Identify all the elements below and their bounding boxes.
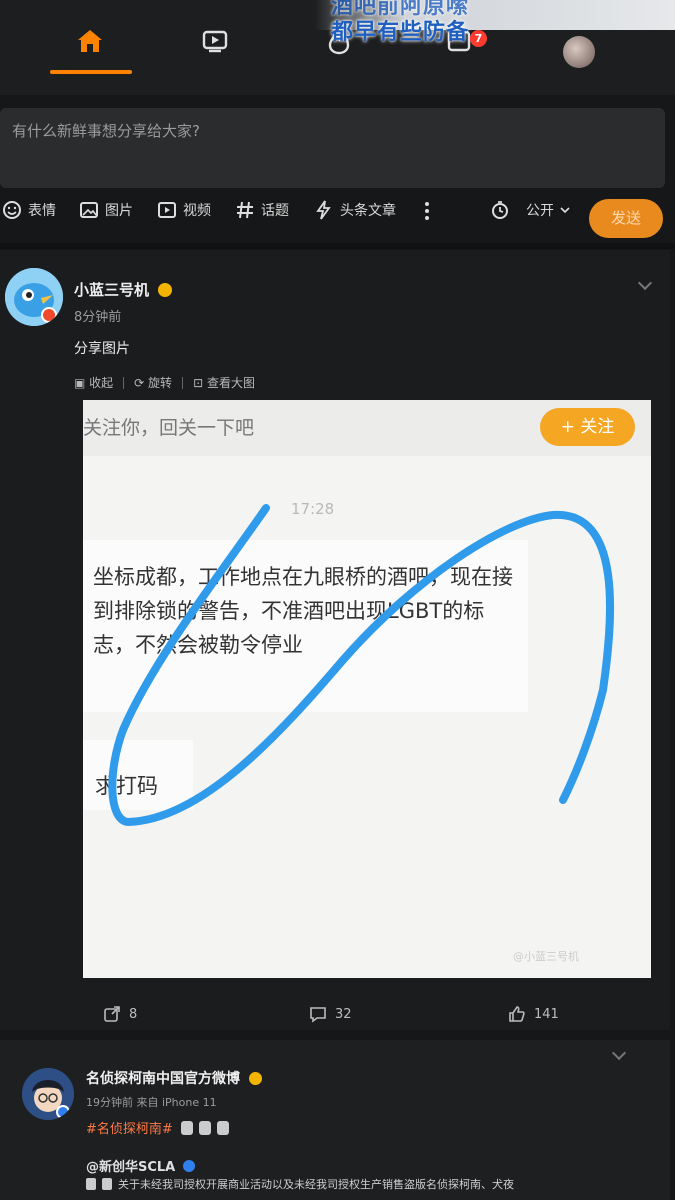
cartoon-bird-avatar <box>5 268 63 326</box>
video-tool-label: 视频 <box>183 203 211 219</box>
emoji-icon <box>217 1121 230 1135</box>
top-navigation-bar: 7 酒吧前阿原嗦 都早有些防备 <box>0 0 675 95</box>
comment-count: 32 <box>335 1006 352 1022</box>
crown-icon <box>158 283 173 297</box>
post-meta: 19分钟前 来自 iPhone 11 <box>86 1096 217 1109</box>
rotate-button[interactable]: ⟳ 旋转 <box>134 374 172 391</box>
emoji-tool-button[interactable]: 表情 <box>2 200 56 220</box>
video-icon <box>202 30 228 53</box>
chevron-down-icon <box>560 207 570 214</box>
author-name[interactable]: 小蓝三号机 <box>74 279 173 300</box>
emoji-icon <box>180 1121 193 1135</box>
post-text: 分享图片 <box>74 341 130 357</box>
collapse-button[interactable]: ▣ 收起 <box>74 374 113 391</box>
repost-button[interactable]: 8 <box>103 1005 137 1023</box>
send-button[interactable]: 发送 <box>589 199 663 238</box>
image-icon <box>80 202 98 218</box>
more-vertical-icon <box>425 202 429 220</box>
hashtag-icon <box>237 201 253 219</box>
emoji-icon <box>86 1178 96 1190</box>
nav-video-button[interactable] <box>192 18 238 64</box>
comment-button[interactable]: 32 <box>309 1005 352 1023</box>
author-name[interactable]: 名侦探柯南中国官方微博 <box>86 1068 262 1088</box>
active-tab-indicator <box>50 70 132 74</box>
crown-icon <box>248 1072 262 1085</box>
post-text: 关于未经我司授权开展商业活动以及未经我司授权生产销售盗版名侦探柯南、犬夜 <box>86 1176 514 1192</box>
author-avatar[interactable] <box>22 1068 74 1120</box>
verified-icon <box>182 1160 195 1172</box>
divider <box>0 243 675 249</box>
visibility-select[interactable]: 公开 <box>526 200 570 220</box>
like-count: 141 <box>534 1006 559 1022</box>
topic-tool-button[interactable]: 话题 <box>235 200 289 220</box>
article-tool-button[interactable]: 头条文章 <box>314 200 396 220</box>
author-avatar[interactable] <box>5 268 63 326</box>
home-icon <box>78 30 102 52</box>
composer-placeholder: 有什么新鲜事想分享给大家? <box>12 122 200 140</box>
caption-line-2: 都早有些防备 <box>330 20 469 45</box>
post-menu-button[interactable] <box>637 275 653 291</box>
timer-icon <box>492 201 508 219</box>
topic-tool-label: 话题 <box>261 203 289 219</box>
mention-link[interactable]: @新创华SCLA <box>86 1156 195 1175</box>
blue-scribble-redaction <box>108 504 615 827</box>
visibility-label: 公开 <box>526 203 554 219</box>
thumbs-up-icon <box>509 1006 525 1022</box>
comment-icon <box>310 1007 326 1023</box>
article-tool-label: 头条文章 <box>340 203 396 219</box>
emoji-icon <box>101 1178 112 1190</box>
emoji-icon <box>199 1121 212 1135</box>
repost-count: 8 <box>129 1006 138 1022</box>
hashtag-link[interactable]: #名侦探柯南# <box>86 1118 230 1137</box>
schedule-button[interactable] <box>490 200 510 220</box>
nav-home-button[interactable] <box>67 18 113 64</box>
image-tool-button[interactable]: 图片 <box>79 200 133 220</box>
post-menu-button[interactable] <box>611 1045 627 1061</box>
chevron-down-icon <box>637 275 653 291</box>
chevron-down-icon <box>611 1045 627 1061</box>
more-tools-button[interactable] <box>422 200 432 222</box>
share-icon <box>104 1006 120 1022</box>
post-timestamp[interactable]: 8分钟前 <box>74 306 121 325</box>
video-icon <box>158 202 176 218</box>
view-large-button[interactable]: ⊡ 查看大图 <box>193 374 255 391</box>
video-tool-button[interactable]: 视频 <box>157 200 211 220</box>
emoji-icon <box>3 201 21 219</box>
detective-avatar <box>22 1068 74 1120</box>
lightning-icon <box>316 200 331 220</box>
profile-avatar[interactable] <box>563 36 595 68</box>
like-button[interactable]: 141 <box>508 1005 559 1023</box>
emoji-tool-label: 表情 <box>28 203 56 219</box>
media-toolbar: ▣ 收起 ⟳ 旋转 ⊡ 查看大图 <box>74 374 255 391</box>
image-tool-label: 图片 <box>105 203 133 219</box>
